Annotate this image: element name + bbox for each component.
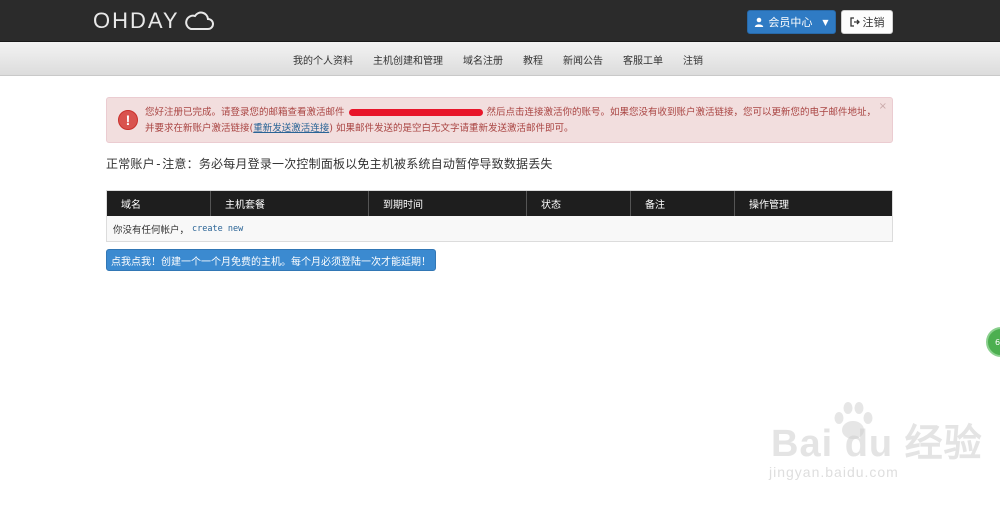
nav-item-news[interactable]: 新闻公告 <box>553 52 613 67</box>
table-header: 域名 主机套餐 到期时间 状态 备注 操作管理 <box>107 191 892 216</box>
nav-item-profile[interactable]: 我的个人资料 <box>283 52 363 67</box>
nav-item-logout[interactable]: 注销 <box>673 52 713 67</box>
logout-button[interactable]: 注销 <box>841 10 893 34</box>
top-bar: OHDAY 会员中心 ▼ 注销 <box>0 0 1000 42</box>
alert-message: 您好注册已完成。请登录您的邮箱查看激活邮件 然后点击连接激活你的账号。如果您没有收… <box>145 105 880 137</box>
sign-out-icon <box>849 17 860 27</box>
member-center-button[interactable]: 会员中心 ▼ <box>747 10 836 34</box>
column-header-domain[interactable]: 域名 <box>107 191 211 216</box>
nav-items: 我的个人资料 主机创建和管理 域名注册 教程 新闻公告 客服工单 注销 <box>283 42 713 76</box>
member-center-label: 会员中心 <box>768 16 813 29</box>
activation-alert: ! 您好注册已完成。请登录您的邮箱查看激活邮件 然后点击连接激活你的账号。如果您没… <box>106 97 893 143</box>
baidu-jingyan-watermark: Bai du 经验 jingyan.baidu.com <box>763 402 993 492</box>
accounts-table: 域名 主机套餐 到期时间 状态 备注 操作管理 你没有任何帐户， create … <box>106 190 893 242</box>
redacted-email <box>348 109 483 116</box>
nav-item-support[interactable]: 客服工单 <box>613 52 673 67</box>
cloud-icon <box>184 11 214 30</box>
column-header-actions[interactable]: 操作管理 <box>735 191 892 216</box>
main-nav: 我的个人资料 主机创建和管理 域名注册 教程 新闻公告 客服工单 注销 <box>0 42 1000 76</box>
logout-label: 注销 <box>862 16 885 29</box>
nav-item-hosting[interactable]: 主机创建和管理 <box>363 52 453 67</box>
column-header-notes[interactable]: 备注 <box>631 191 735 216</box>
empty-table-text: 你没有任何帐户， <box>113 224 190 236</box>
alert-text-part1: 您好注册已完成。请登录您的邮箱查看激活邮件 <box>145 107 345 118</box>
watermark-url: jingyan.baidu.com <box>769 464 899 480</box>
logo-text: OHDAY <box>93 8 180 33</box>
nav-item-domains[interactable]: 域名注册 <box>453 52 513 67</box>
create-new-link[interactable]: create new <box>192 224 243 234</box>
close-icon[interactable]: × <box>879 101 887 112</box>
column-header-status[interactable]: 状态 <box>527 191 631 216</box>
caret-down-icon: ▼ <box>822 17 829 27</box>
table-row: 你没有任何帐户， create new <box>107 216 892 241</box>
site-logo[interactable]: OHDAY <box>93 8 215 34</box>
column-header-expiry[interactable]: 到期时间 <box>369 191 527 216</box>
user-icon <box>755 17 764 27</box>
column-header-plan[interactable]: 主机套餐 <box>211 191 369 216</box>
watermark-brand: Bai du 经验 <box>771 423 983 465</box>
resend-activation-link[interactable]: 重新发送激活连接 <box>253 123 329 134</box>
alert-text-part3: ) 如果邮件发送的是空白无文字请重新发送激活邮件即可。 <box>329 123 574 134</box>
account-notice: 正常账户-注意：务必每月登录一次控制面板以免主机被系统自动暂停导致数据丢失 <box>106 157 553 171</box>
nav-item-tutorials[interactable]: 教程 <box>513 52 553 67</box>
side-float-badge[interactable]: 60 <box>986 327 1000 357</box>
create-free-host-button[interactable]: 点我点我！创建一个一个月免费的主机。每个月必须登陆一次才能延期！ <box>106 249 436 271</box>
exclamation-icon: ! <box>118 110 138 130</box>
